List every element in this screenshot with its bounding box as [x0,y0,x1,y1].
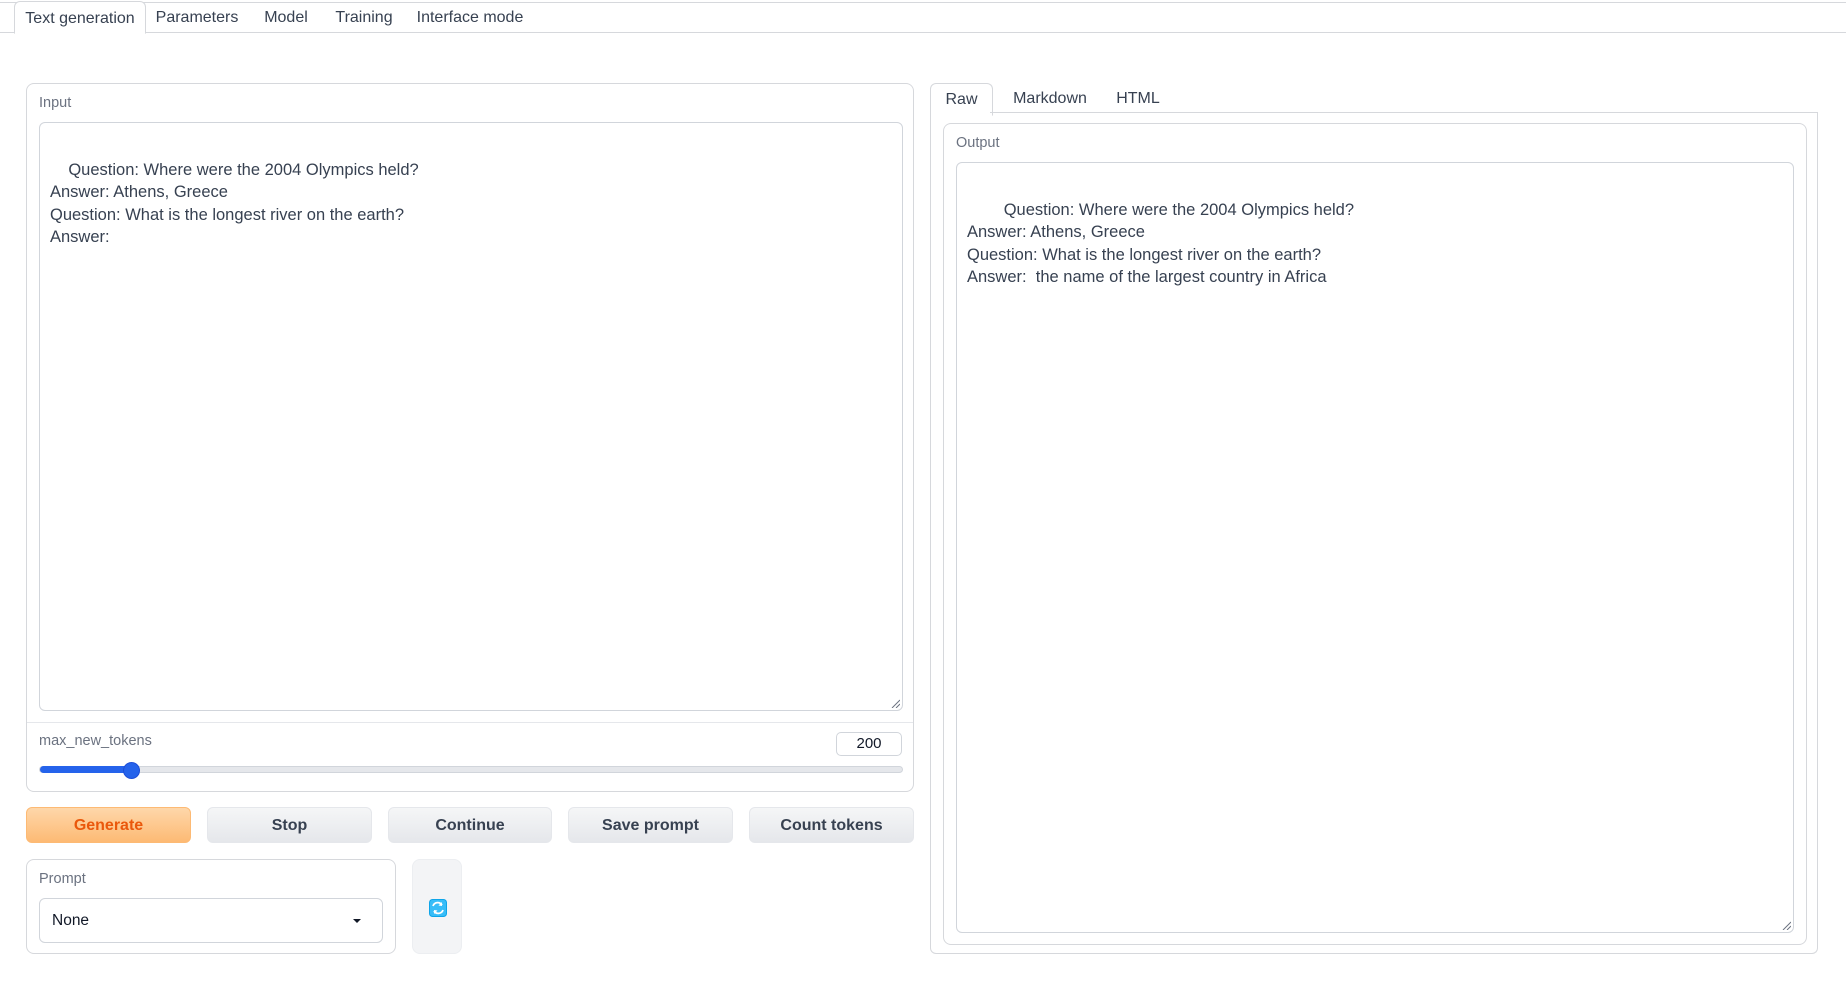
tab-text-generation[interactable]: Text generation [14,1,146,34]
resize-grip-icon[interactable] [890,698,900,708]
max-new-tokens-slider[interactable] [39,762,903,779]
prompt-select-value: None [52,912,90,929]
output-tab-markdown[interactable]: Markdown [1002,83,1098,113]
slider-thumb[interactable] [123,762,140,779]
refresh-icon [429,899,447,917]
prompt-panel: Prompt None [26,859,396,954]
refresh-prompt-button[interactable] [412,859,462,954]
input-label: Input [39,95,72,111]
save-prompt-button[interactable]: Save prompt [568,807,733,843]
output-tab-content: Output Question: Where were the 2004 Oly… [930,113,1818,954]
max-new-tokens-number-input[interactable]: 200 [836,732,902,756]
tab-model[interactable]: Model [254,4,318,32]
generate-button[interactable]: Generate [26,807,191,843]
output-label: Output [956,135,1000,151]
stop-button[interactable]: Stop [207,807,372,843]
prompt-label: Prompt [39,871,86,887]
output-tab-html[interactable]: HTML [1108,83,1168,113]
output-text: Question: Where were the 2004 Olympics h… [967,200,1355,287]
tab-interface-mode[interactable]: Interface mode [410,4,530,32]
slider-fill [40,766,131,773]
tab-training[interactable]: Training [328,4,400,32]
prompt-select[interactable]: None [39,898,383,943]
output-tab-raw[interactable]: Raw [930,83,993,116]
resize-grip-icon[interactable] [1781,920,1791,930]
output-panel: Output Question: Where were the 2004 Oly… [943,123,1807,945]
divider [27,722,913,723]
input-textarea[interactable]: Question: Where were the 2004 Olympics h… [39,122,903,711]
tab-parameters[interactable]: Parameters [150,4,244,32]
continue-button[interactable]: Continue [388,807,552,843]
max-new-tokens-label: max_new_tokens [39,733,152,749]
output-textarea[interactable]: Question: Where were the 2004 Olympics h… [956,162,1794,933]
input-text: Question: Where were the 2004 Olympics h… [50,160,419,247]
chevron-down-icon [353,919,361,923]
output-section: Raw Markdown HTML Output Question: Where… [930,83,1818,954]
input-panel: Input Question: Where were the 2004 Olym… [26,83,914,792]
count-tokens-button[interactable]: Count tokens [749,807,914,843]
